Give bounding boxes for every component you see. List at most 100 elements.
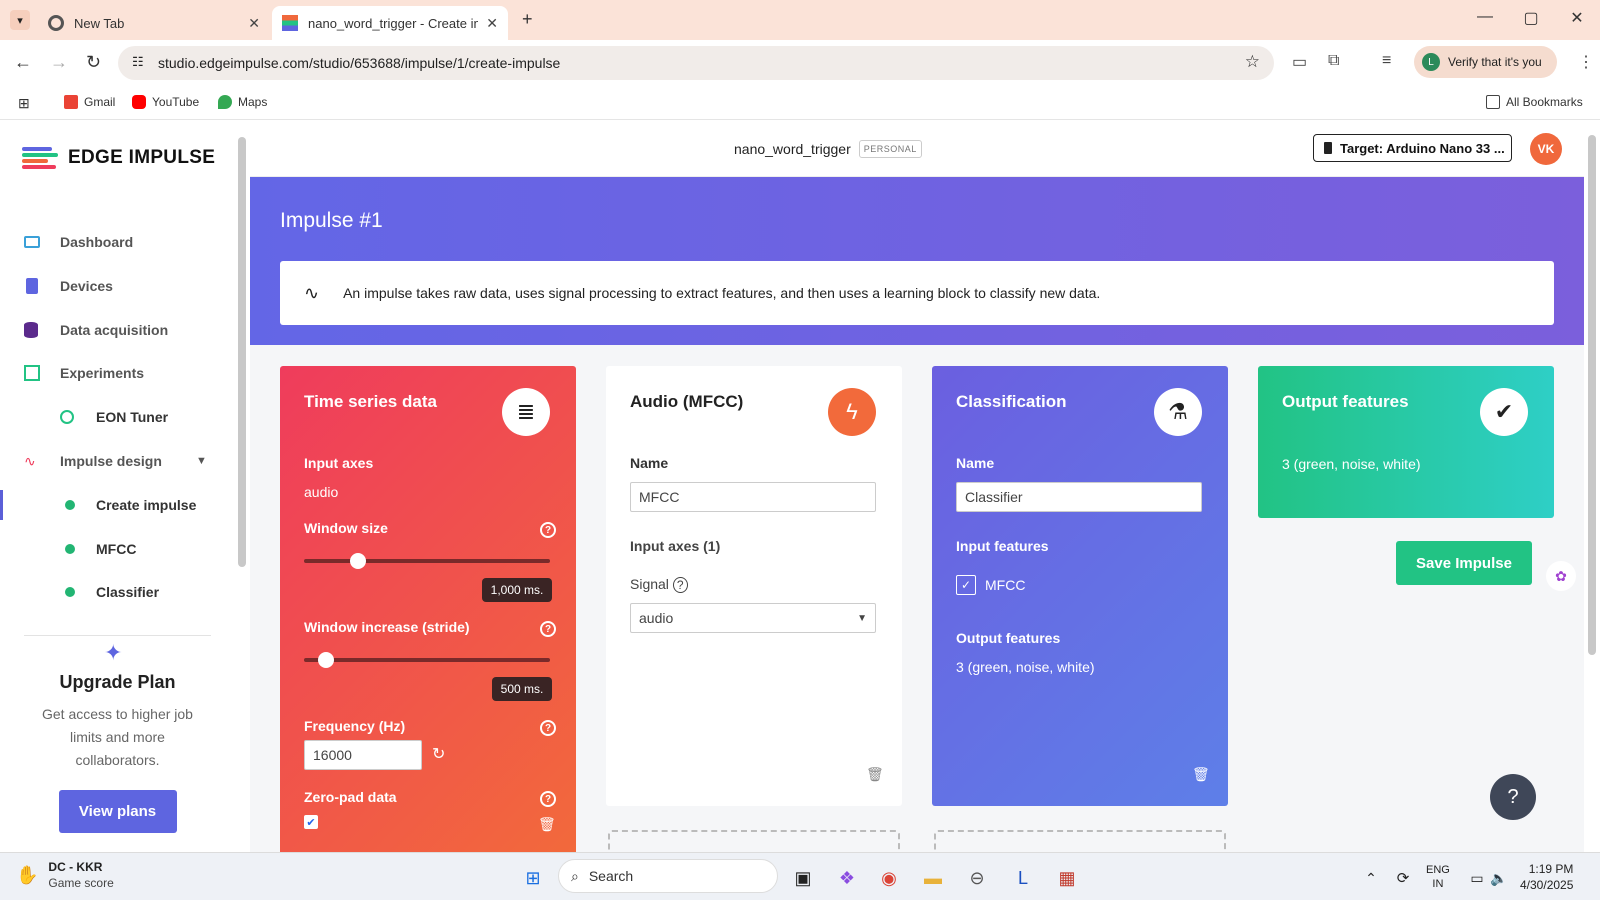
zero-pad-checkbox[interactable]: ✔ <box>304 815 318 829</box>
window-size-value: 1,000 ms. <box>482 578 552 602</box>
verify-profile-button[interactable]: L Verify that it's you <box>1414 46 1557 78</box>
taskbar-search[interactable]: ⌕ Search <box>558 859 778 893</box>
learning-app-icon[interactable]: L <box>1010 865 1036 891</box>
copilot-icon[interactable]: ❖ <box>834 865 860 891</box>
all-bookmarks[interactable]: All Bookmarks <box>1486 95 1583 109</box>
slider-handle[interactable] <box>350 553 366 569</box>
folder-icon <box>1486 95 1500 109</box>
help-question-icon[interactable]: ? <box>1490 774 1536 820</box>
main-scrollbar[interactable] <box>1584 121 1600 852</box>
sidebar-item-experiments[interactable]: Experiments <box>0 358 236 388</box>
window-size-slider[interactable] <box>304 553 550 569</box>
help-icon[interactable]: ? <box>540 522 556 538</box>
sync-icon[interactable]: ⟳ <box>1390 865 1416 891</box>
tab-create-impulse[interactable]: nano_word_trigger - Create imp ✕ <box>272 6 508 40</box>
signal-select[interactable]: audio ▼ <box>630 603 876 633</box>
app-icon[interactable]: ⊖ <box>964 865 990 891</box>
extensions-icon[interactable]: ⧉ <box>1328 52 1339 70</box>
add-learning-block-placeholder[interactable] <box>934 830 1226 852</box>
reset-icon[interactable]: ↻ <box>432 744 445 764</box>
name-label: Name <box>956 455 995 471</box>
mfcc-feature-checkbox[interactable]: ✓ <box>956 575 976 595</box>
forward-arrow-icon[interactable]: → <box>50 52 68 73</box>
chrome-menu-icon[interactable]: ⋮ <box>1578 52 1594 72</box>
close-tab-icon[interactable]: ✕ <box>248 15 260 32</box>
site-info-icon[interactable]: ☷ <box>132 54 144 70</box>
volume-icon[interactable]: 🔈 <box>1486 865 1512 891</box>
sidebar-item-dashboard[interactable]: Dashboard <box>0 227 236 257</box>
help-icon[interactable]: ? <box>672 577 688 593</box>
cricket-icon: ✋ <box>16 864 39 885</box>
new-tab-plus-icon[interactable]: + <box>522 9 533 30</box>
user-avatar[interactable]: VK <box>1530 133 1562 165</box>
help-icon[interactable]: ? <box>540 621 556 637</box>
help-icon[interactable]: ? <box>540 791 556 807</box>
bookmark-youtube[interactable]: YouTube <box>132 95 199 109</box>
chevron-up-icon[interactable]: ⌃ <box>1358 865 1384 891</box>
status-dot <box>65 587 75 597</box>
snipping-tool-icon[interactable]: ▦ <box>1054 865 1080 891</box>
window-close-icon[interactable]: ✕ <box>1554 8 1600 28</box>
scrollbar-thumb[interactable] <box>1588 135 1596 655</box>
sidebar-item-classifier[interactable]: Classifier <box>0 577 236 607</box>
sidebar-item-data-acquisition[interactable]: Data acquisition <box>0 315 236 345</box>
task-view-icon[interactable]: ▣ <box>790 865 816 891</box>
main-content: nano_word_trigger PERSONAL Target: Ardui… <box>250 121 1584 852</box>
sidebar-item-impulse-design[interactable]: ∿ Impulse design ▼ <box>0 446 236 476</box>
chrome-taskbar-icon[interactable]: ◉ <box>876 865 902 891</box>
target-device-button[interactable]: Target: Arduino Nano 33 ... <box>1313 134 1512 162</box>
address-bar[interactable]: ☷ studio.edgeimpulse.com/studio/653688/i… <box>118 46 1274 80</box>
language-indicator[interactable]: ENG IN <box>1426 863 1450 891</box>
project-name[interactable]: nano_word_trigger PERSONAL <box>734 140 922 158</box>
gmail-icon <box>64 95 78 109</box>
sidebar-item-devices[interactable]: Devices <box>0 271 236 301</box>
chevron-down-icon: ▼ <box>196 455 207 467</box>
apps-grid-icon[interactable]: ⊞ <box>18 95 30 112</box>
stride-slider[interactable] <box>304 652 550 668</box>
slider-handle[interactable] <box>317 652 334 668</box>
media-control-icon[interactable]: ≡ <box>1382 52 1391 70</box>
windows-taskbar: ✋ DC - KKR Game score ⊞ ⌕ Search ▣ ❖ ◉ ▬… <box>0 852 1600 900</box>
chip-icon <box>1324 142 1332 154</box>
input-axes-value: audio <box>304 484 339 500</box>
sidebar-item-mfcc[interactable]: MFCC <box>0 534 236 564</box>
maximize-icon[interactable]: ▢ <box>1508 8 1554 28</box>
search-icon: ⌕ <box>571 867 579 884</box>
brain-extension-icon[interactable]: ✿ <box>1546 561 1576 591</box>
bookmark-star-icon[interactable]: ☆ <box>1245 52 1260 72</box>
signal-label: Signal ? <box>630 576 688 593</box>
trash-icon[interactable]: 🗑 <box>538 816 556 833</box>
cast-icon[interactable]: ▭ <box>1292 52 1307 72</box>
save-impulse-button[interactable]: Save Impulse <box>1396 541 1532 585</box>
upgrade-description: Get access to higher job limits and more… <box>42 706 193 768</box>
help-icon[interactable]: ? <box>540 720 556 736</box>
close-tab-icon[interactable]: ✕ <box>486 15 498 32</box>
tab-new-tab[interactable]: New Tab ✕ <box>38 6 270 40</box>
classifier-name-input[interactable]: Classifier <box>956 482 1202 512</box>
add-processing-block-placeholder[interactable] <box>608 830 900 852</box>
minimize-icon[interactable]: — <box>1462 8 1508 26</box>
back-arrow-icon[interactable]: ← <box>14 52 32 73</box>
sidebar-item-create-impulse[interactable]: Create impulse <box>0 490 236 520</box>
sidebar-scrollbar[interactable] <box>236 121 246 852</box>
mfcc-name-input[interactable]: MFCC <box>630 482 876 512</box>
bookmark-maps[interactable]: Maps <box>218 95 267 109</box>
trash-icon[interactable]: 🗑 <box>1192 766 1210 783</box>
view-plans-button[interactable]: View plans <box>58 790 177 833</box>
system-clock[interactable]: 1:19 PM 4/30/2025 <box>1520 861 1573 893</box>
file-explorer-icon[interactable]: ▬ <box>920 865 946 891</box>
frequency-input[interactable]: 16000 <box>304 740 422 770</box>
status-dot <box>65 500 75 510</box>
windows-start-icon[interactable]: ⊞ <box>520 865 546 891</box>
reload-icon[interactable]: ↻ <box>86 52 101 73</box>
tab-list-dropdown-icon[interactable]: ▾ <box>10 10 30 30</box>
bookmark-gmail[interactable]: Gmail <box>64 95 115 109</box>
card-title: Audio (MFCC) <box>630 392 744 411</box>
logo-mark-icon <box>22 145 58 171</box>
sidebar-item-eon-tuner[interactable]: EON Tuner <box>0 402 236 432</box>
scrollbar-thumb[interactable] <box>238 137 246 567</box>
weather-widget[interactable]: ✋ DC - KKR Game score <box>16 859 114 891</box>
trash-icon[interactable]: 🗑 <box>866 766 884 783</box>
project-header: nano_word_trigger PERSONAL Target: Ardui… <box>250 121 1584 177</box>
edge-impulse-logo[interactable]: EDGE IMPULSE <box>22 145 215 171</box>
